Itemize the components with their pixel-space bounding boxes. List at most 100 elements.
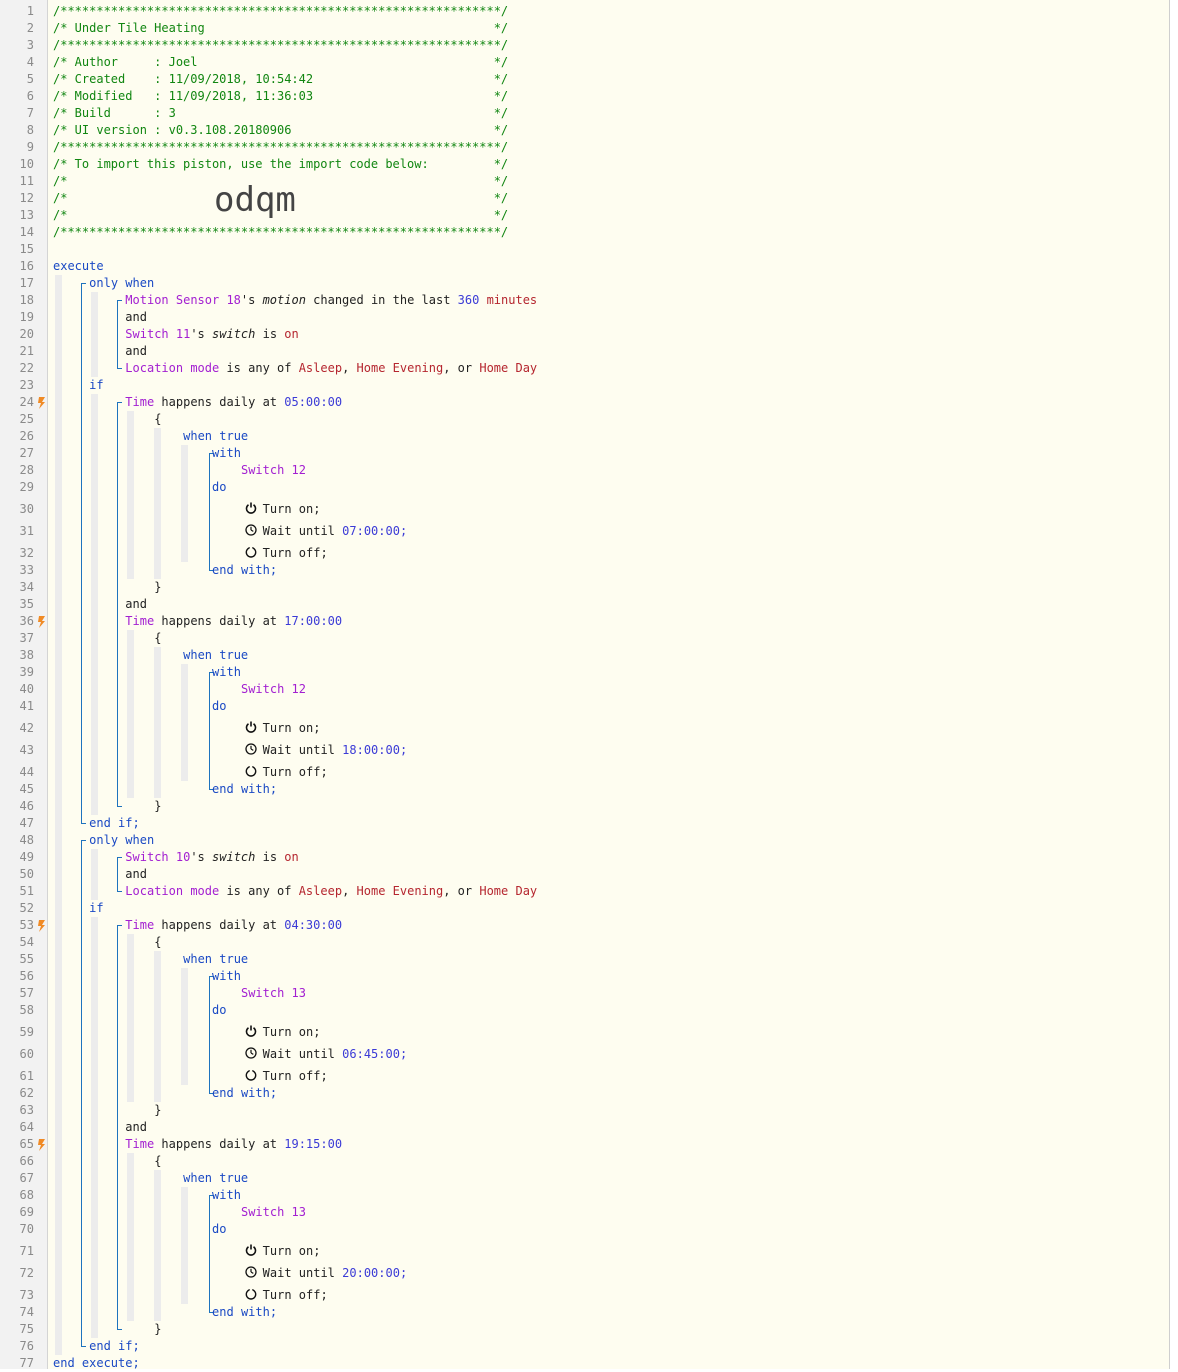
execute-keyword[interactable]: execute [53,258,104,275]
action-wait[interactable]: Wait until 18:00:00; [263,742,408,759]
line-number: 16 [19,259,34,273]
line-number: 18 [19,293,34,307]
device-name[interactable]: Switch 13 [241,1204,306,1221]
end-with[interactable]: end with; [212,1304,277,1321]
token: is any of [219,361,299,375]
do-keyword[interactable]: do [212,1221,226,1238]
only-when-keyword[interactable]: only when [89,275,154,292]
line-number: 3 [26,38,34,52]
trigger-time[interactable]: Time happens daily at 04:30:00 [125,917,342,934]
only-when-keyword[interactable]: only when [89,832,154,849]
action-turn-on[interactable]: Turn on; [263,1243,321,1260]
open-brace[interactable]: { [154,934,161,951]
and-operator[interactable]: and [125,1119,147,1136]
with-keyword[interactable]: with [212,1187,241,1204]
line-number: 47 [19,816,34,830]
close-brace[interactable]: } [154,1102,161,1119]
token: minutes [479,293,538,307]
line-number: 40 [19,682,34,696]
when-true[interactable]: when true [183,951,248,968]
if-keyword[interactable]: if [89,377,103,394]
end-if[interactable]: end if; [89,815,140,832]
action-turn-off[interactable]: Turn off; [263,545,328,562]
when-true[interactable]: when true [183,428,248,445]
trigger-time[interactable]: Time happens daily at 17:00:00 [125,613,342,630]
device-name[interactable]: Switch 13 [241,985,306,1002]
if-keyword[interactable]: if [89,900,103,917]
token: on [284,850,299,864]
line-number: 34 [19,580,34,594]
line-number: 26 [19,429,34,443]
end-with[interactable]: end with; [212,781,277,798]
action-wait[interactable]: Wait until 06:45:00; [263,1046,408,1063]
action-turn-on[interactable]: Turn on; [263,501,321,518]
comment-ui-version: /* UI version : v0.3.108.20180906 */ [53,123,509,137]
condition-motion[interactable]: Motion Sensor 18's motion changed in the… [125,292,537,309]
token: and [125,344,147,358]
token: end with; [212,782,278,796]
open-brace[interactable]: { [154,630,161,647]
line-number: 51 [19,884,34,898]
piston-editor: 1 2 3 4 5 6 7 8 9 10 11 12 13 14 15 16 17 18 19 20 21 22 23 24 2… [0,0,1170,1372]
power-off-icon [245,765,257,777]
close-brace[interactable]: } [154,579,161,596]
end-with[interactable]: end with; [212,1085,277,1102]
when-true[interactable]: when true [183,1170,248,1187]
token: Location mode [125,361,220,375]
do-keyword[interactable]: do [212,698,226,715]
and-operator[interactable]: and [125,309,147,326]
action-turn-on[interactable]: Turn on; [263,720,321,737]
indent-guide [127,934,134,1102]
token: do [212,1222,227,1236]
condition-location-mode[interactable]: Location mode is any of Asleep, Home Eve… [125,883,537,900]
event-flag-icon[interactable] [38,920,46,932]
with-keyword[interactable]: with [212,445,241,462]
comment-author: /* Author : Joel */ [53,55,509,69]
action-wait[interactable]: Wait until 07:00:00; [263,523,408,540]
close-brace[interactable]: } [154,798,161,815]
do-keyword[interactable]: do [212,479,226,496]
trigger-time[interactable]: Time happens daily at 19:15:00 [125,1136,342,1153]
action-wait[interactable]: Wait until 20:00:00; [263,1265,408,1282]
action-turn-on[interactable]: Turn on; [263,1024,321,1041]
with-keyword[interactable]: with [212,968,241,985]
and-operator[interactable]: and [125,866,147,883]
do-keyword[interactable]: do [212,1002,226,1019]
action-turn-off[interactable]: Turn off; [263,764,328,781]
when-true[interactable]: when true [183,647,248,664]
line-number: 43 [19,743,34,757]
open-brace[interactable]: { [154,411,161,428]
token: happens daily at [154,918,285,932]
close-brace[interactable]: } [154,1321,161,1338]
action-turn-off[interactable]: Turn off; [263,1068,328,1085]
line-number: 54 [19,935,34,949]
line-number: 52 [19,901,34,915]
end-execute[interactable]: end execute; [53,1355,140,1372]
event-flag-icon[interactable] [38,616,46,628]
and-operator[interactable]: and [125,596,147,613]
action-turn-off[interactable]: Turn off; [263,1287,328,1304]
line-number: 65 [19,1137,34,1151]
event-flag-icon[interactable] [38,397,46,409]
token: Home Day [479,361,538,375]
line-number: 14 [19,225,34,239]
token: if [89,378,104,392]
token: Turn on; [262,1244,321,1258]
token: Wait until [262,1047,343,1061]
and-operator[interactable]: and [125,343,147,360]
end-if[interactable]: end if; [89,1338,140,1355]
condition-location-mode[interactable]: Location mode is any of Asleep, Home Eve… [125,360,537,377]
event-flag-icon[interactable] [38,1139,46,1151]
device-name[interactable]: Switch 12 [241,681,306,698]
open-brace[interactable]: { [154,1153,161,1170]
token: } [154,1103,162,1117]
import-code: odqm [214,180,296,220]
condition-switch10[interactable]: Switch 10's switch is on [125,849,298,866]
with-keyword[interactable]: with [212,664,241,681]
end-with[interactable]: end with; [212,562,277,579]
device-name[interactable]: Switch 12 [241,462,306,479]
line-number: 46 [19,799,34,813]
token: motion [262,293,306,307]
trigger-time[interactable]: Time happens daily at 05:00:00 [125,394,342,411]
condition-switch11[interactable]: Switch 11's switch is on [125,326,298,343]
